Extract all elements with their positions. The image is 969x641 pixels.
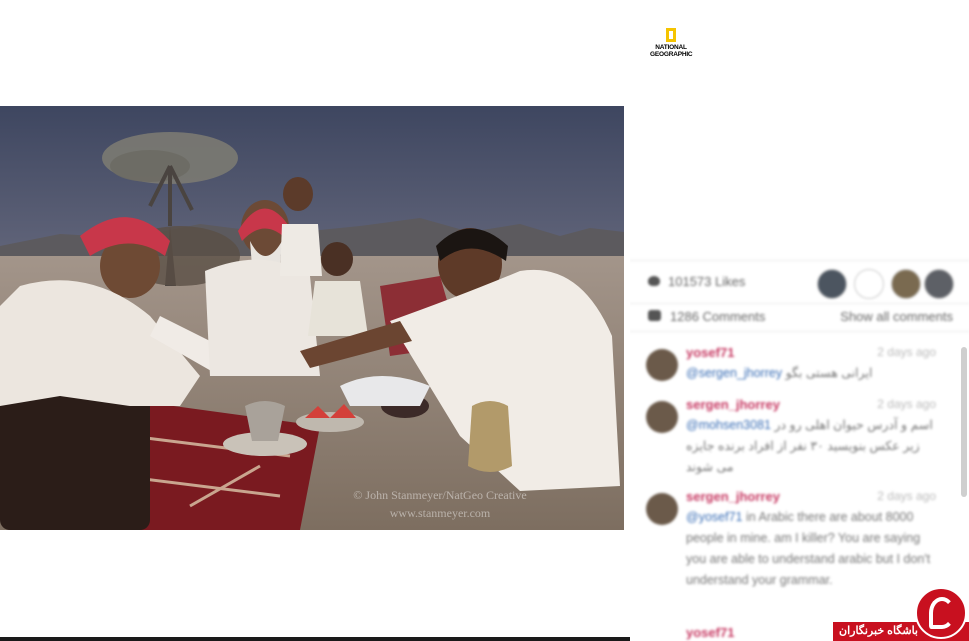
comment-mention[interactable]: @mohsen3081	[686, 418, 771, 432]
site-logo-icon	[915, 587, 967, 639]
avatar[interactable]	[646, 401, 678, 433]
comment-text: @yosef71 in Arabic there are about 8000 …	[686, 507, 936, 591]
comment-item: sergen_jhorrey 2 days ago @mohsen3081 اس…	[630, 397, 960, 491]
comment-time: 2 days ago	[877, 397, 936, 411]
comment-username[interactable]: sergen_jhorrey	[686, 489, 780, 504]
photo-scene	[0, 106, 624, 530]
comment-username[interactable]: yosef71	[686, 625, 734, 640]
comments-scrollbar[interactable]	[961, 347, 967, 497]
site-logo-glyph-icon	[929, 597, 955, 629]
comment-username[interactable]: sergen_jhorrey	[686, 397, 780, 412]
yellow-frame-icon	[666, 28, 676, 42]
badge-text: باشگاه خبرنگاران	[839, 625, 918, 637]
liker-avatar[interactable]	[854, 269, 884, 299]
heart-icon[interactable]	[648, 276, 660, 286]
comment-time: 2 days ago	[877, 489, 936, 503]
comment-mention[interactable]: @yosef71	[686, 510, 742, 524]
logo-line-2: GEOGRAPHIC	[650, 51, 693, 58]
watermark-url: www.stanmeyer.com	[389, 506, 491, 520]
post-info-panel: 101573 Likes 1286 Comments Show all comm…	[630, 255, 969, 641]
avatar[interactable]	[646, 349, 678, 381]
photo-watermark: © John Stanmeyer/NatGeo Creative www.sta…	[300, 486, 580, 522]
comment-text: @sergen_jhorrey ایرانی هستی بگو	[686, 363, 936, 384]
liker-avatar[interactable]	[924, 269, 954, 299]
liker-avatar[interactable]	[891, 269, 921, 299]
divider	[0, 637, 630, 641]
comment-text: @mohsen3081 اسم و آدرس حیوان اهلی رو در …	[686, 415, 936, 478]
comment-username[interactable]: yosef71	[686, 345, 734, 360]
comment-body: ایرانی هستی بگو	[785, 366, 873, 380]
site-badge: باشگاه خبرنگاران	[833, 587, 969, 641]
logo-line-1: NATIONAL	[655, 44, 687, 51]
comment-bubble-icon	[648, 310, 661, 321]
comment-time: 2 days ago	[877, 345, 936, 359]
page: NATIONAL GEOGRAPHIC © John Stanmeyer/Nat…	[0, 0, 969, 641]
watermark-credit: © John Stanmeyer/NatGeo Creative	[353, 488, 527, 502]
avatar[interactable]	[646, 493, 678, 525]
comment-item: yosef71 2 days ago @sergen_jhorrey ایران…	[630, 345, 960, 393]
comments-count: 1286 Comments	[670, 309, 766, 324]
likes-row: 101573 Likes	[630, 260, 969, 304]
show-all-comments-link[interactable]: Show all comments	[840, 309, 953, 324]
post-photo[interactable]: © John Stanmeyer/NatGeo Creative www.sta…	[0, 106, 624, 530]
comment-mention[interactable]: @sergen_jhorrey	[686, 366, 782, 380]
likes-count[interactable]: 101573 Likes	[668, 274, 745, 289]
liker-avatar[interactable]	[817, 269, 847, 299]
national-geographic-logo: NATIONAL GEOGRAPHIC	[650, 28, 693, 58]
comments-row: 1286 Comments Show all comments	[630, 303, 969, 332]
